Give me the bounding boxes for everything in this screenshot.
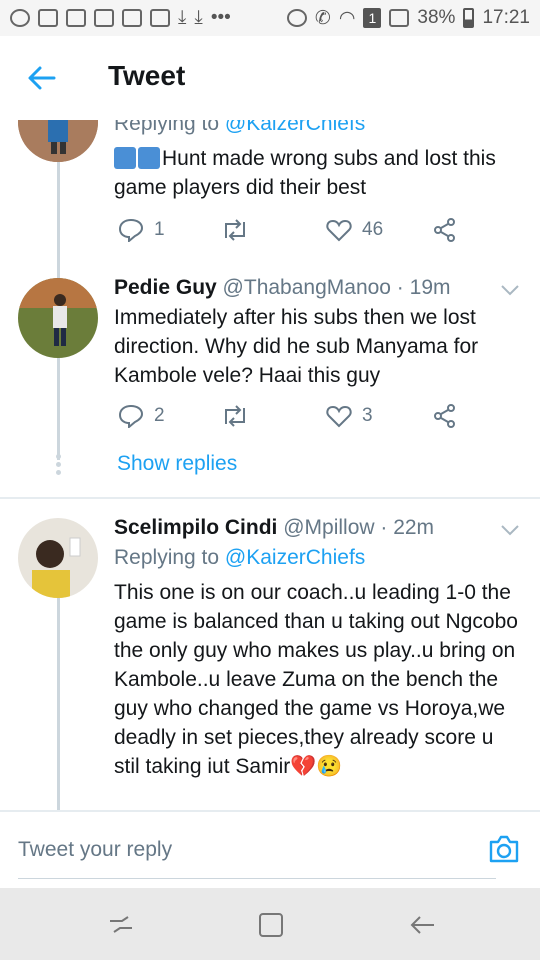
show-replies-link[interactable]: Show replies [117,452,237,476]
back-nav-icon[interactable] [408,910,438,940]
avatar[interactable] [18,278,98,358]
tweet-feed[interactable]: Replying to @KaizerChiefs Hunt made wron… [0,120,540,810]
author-handle-time: @Mpillow · 22m [283,516,435,539]
like-action[interactable]: 46 [326,218,383,242]
download-icon: ⤓ [178,7,187,28]
more-notifications-icon: ••• [210,7,231,28]
replying-to: Replying to @KaizerChiefs [114,546,365,570]
reply-count: 1 [154,219,165,240]
share-action[interactable] [432,404,458,428]
tweet-body: Hunt made wrong subs and lost this game … [114,147,496,199]
sim-badge: 1 [363,8,382,28]
avatar-image [18,518,98,598]
reply-composer: Tweet your reply [0,810,540,888]
reply-input[interactable]: Tweet your reply [18,838,172,862]
checkbox-icon [94,9,114,27]
heart-icon [326,405,352,428]
avatar[interactable] [18,518,98,598]
like-count: 46 [362,219,384,240]
divider [0,497,540,499]
call-icon: ✆ [314,7,331,29]
tweet-text: Hunt made wrong subs and lost this game … [114,144,524,202]
avatar-image [18,278,98,358]
battery-percent: 38% [417,7,456,28]
author-name[interactable]: Pedie Guy [114,276,217,299]
tweet-actions: 2 3 [114,404,534,434]
tweet-text: Immediately after his subs then we lost … [114,306,479,387]
share-icon [434,404,455,428]
author-name[interactable]: Scelimpilo Cindi [114,516,277,539]
chevron-down-icon[interactable] [500,284,520,296]
thread-line [57,598,60,810]
replying-to: Replying to @KaizerChiefs [114,120,365,136]
retweet-action[interactable] [220,404,250,428]
gmail-icon [122,9,142,27]
download-icon: ⤓ [194,7,203,28]
alarm-icon [286,9,307,27]
tweet-text: This one is on our coach..u leading 1-0 … [114,581,518,778]
signal-icon [389,9,410,27]
app-icon [66,9,86,27]
restroom-emoji-icon [138,147,160,169]
replying-handle[interactable]: @KaizerChiefs [225,120,365,135]
wifi-icon: ◠ [338,7,356,29]
like-count: 3 [362,405,373,426]
replying-prefix: Replying to [114,546,220,569]
whatsapp-icon [10,9,30,27]
home-icon[interactable] [256,910,286,940]
share-action[interactable] [432,218,458,242]
reply-action[interactable]: 2 [118,404,165,428]
battery-icon [463,8,475,28]
tweet-actions: 1 46 [114,218,534,248]
recent-apps-icon[interactable] [106,910,136,940]
reply-icon [118,218,144,242]
back-arrow-icon[interactable] [24,60,60,96]
app-header: Tweet [0,36,540,120]
camera-icon[interactable] [488,834,520,864]
thread-dots [56,454,61,476]
tweet-author-line: Scelimpilo Cindi @Mpillow · 22m [114,516,434,540]
avatar[interactable] [18,120,98,162]
system-icons: ✆ ◠ 1 38% 17:21 [286,7,530,30]
page-title: Tweet [108,60,186,91]
retweet-icon [225,405,245,427]
like-action[interactable]: 3 [326,404,373,428]
replying-prefix: Replying to [114,120,220,135]
reply-action[interactable]: 1 [118,218,165,242]
status-bar: ⤓ ⤓ ••• ✆ ◠ 1 38% 17:21 [0,0,540,36]
retweet-icon [225,219,245,241]
restroom-emoji-icon [114,147,136,169]
notification-icons: ⤓ ⤓ ••• [10,7,231,29]
heart-icon [326,219,352,242]
reply-count: 2 [154,405,165,426]
tweet-author-line: Pedie Guy @ThabangManoo · 19m [114,276,451,300]
message-icon [38,9,58,27]
reply-icon [118,404,144,428]
system-nav-bar [0,888,540,960]
retweet-action[interactable] [220,218,250,242]
avatar-image [18,120,98,162]
clock: 17:21 [482,7,530,28]
share-icon [434,218,455,242]
chevron-down-icon[interactable] [500,524,520,536]
replying-handle[interactable]: @KaizerChiefs [225,546,365,569]
reply-underline [18,878,496,879]
gallery-icon [150,9,170,27]
author-handle-time: @ThabangManoo · 19m [222,276,451,299]
